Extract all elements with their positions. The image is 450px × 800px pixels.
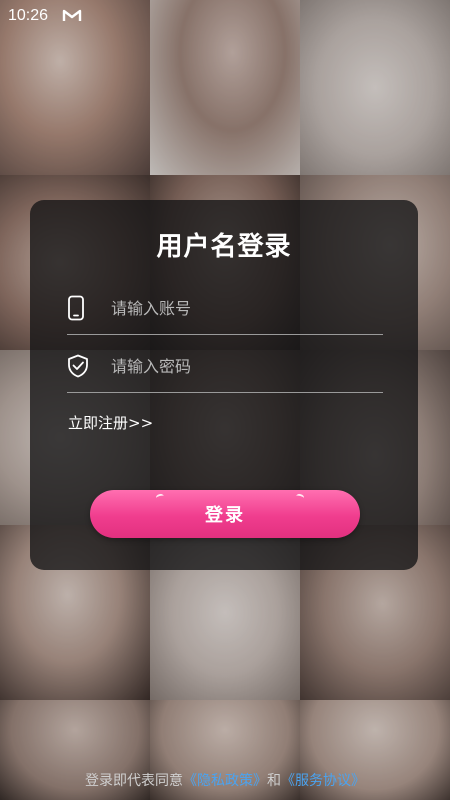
page-title: 用户名登录: [156, 232, 292, 262]
status-time: 10:26: [8, 7, 49, 24]
m-logo-icon: [62, 9, 82, 23]
shield-check-icon: [67, 351, 97, 381]
account-input[interactable]: [109, 297, 383, 319]
login-screen: 10:26 用户名登录 请输入账号 立即注册>> 登录 登录即代表同意《隐私政策…: [0, 0, 450, 800]
button-highlight: [155, 493, 165, 501]
agreement-text: 登录即代表同意《隐私政策》和《服务协议》: [0, 770, 450, 790]
button-highlight: [295, 493, 305, 501]
register-link[interactable]: 立即注册>>: [68, 412, 153, 433]
login-card: 用户名登录 立即注册>> 登录: [30, 200, 418, 570]
login-button[interactable]: 登录: [90, 490, 360, 538]
password-field: [67, 340, 383, 393]
status-bar: 10:26: [0, 0, 450, 32]
agreement-conjunction: 和: [267, 773, 281, 789]
account-field: [67, 282, 383, 335]
service-agreement-link[interactable]: 《服务协议》: [281, 773, 365, 789]
login-button-label: 登录: [205, 505, 245, 526]
privacy-policy-link[interactable]: 《隐私政策》: [183, 773, 267, 789]
phone-icon: [67, 293, 97, 323]
password-input[interactable]: [109, 355, 383, 377]
agreement-prefix: 登录即代表同意: [85, 773, 183, 789]
